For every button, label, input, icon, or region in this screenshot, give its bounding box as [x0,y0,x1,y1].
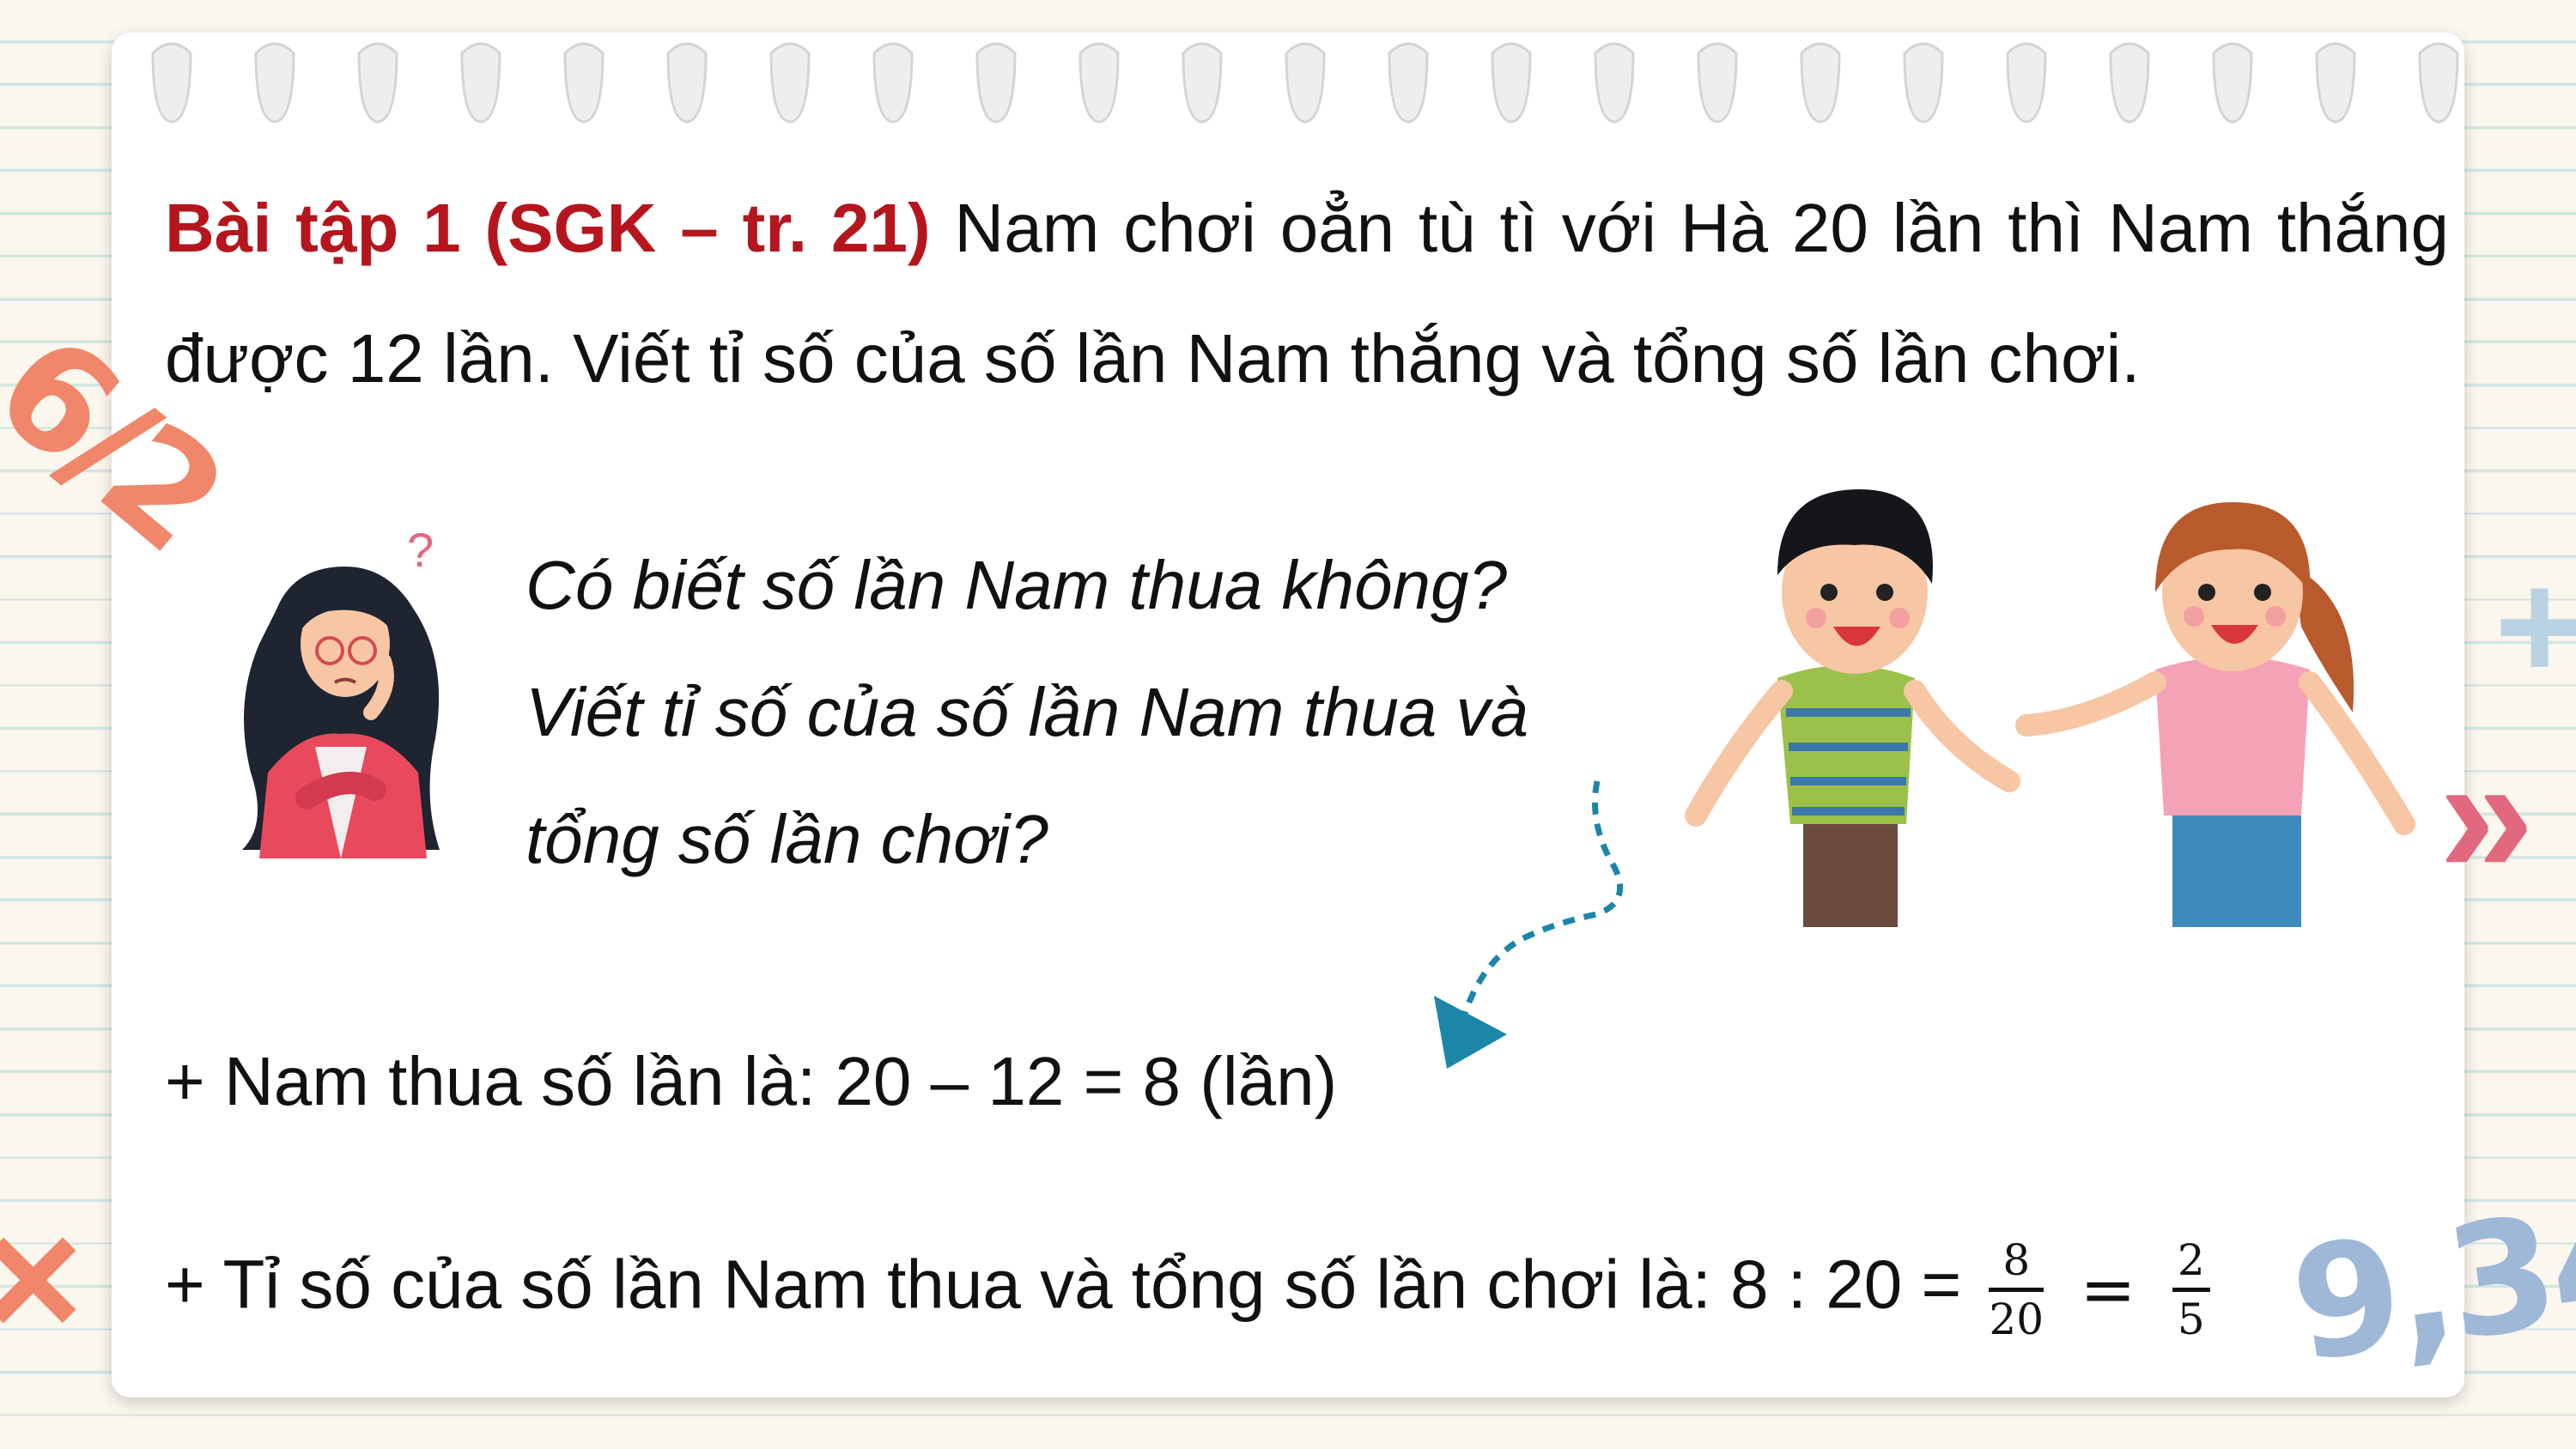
kids-playing-illustration [1685,489,2415,927]
answer-line-2-text: + Tỉ số của số lần Nam thua và tổng số l… [165,1246,1962,1323]
exercise-prompt-part1: Nam chơi oẳn tù tì với Hà 20 lần thì Nam [954,190,2253,266]
fraction-numerator: 8 [1989,1236,2044,1292]
exercise-label: Bài tập 1 (SGK – tr. 21) [165,190,931,266]
exercise-paragraph: Bài tập 1 (SGK – tr. 21) Nam chơi oẳn tù… [165,163,2449,424]
question-line-1: Có biết số lần Nam thua không? [526,547,1507,623]
decor-double-chevron: » [2439,719,2535,911]
decor-times-sign: × [0,1183,83,1374]
answer-line-2: + Tỉ số của số lần Nam thua và tổng số l… [165,1236,2219,1343]
decor-nine-three-four-text: 9,34 [2281,1168,2576,1397]
question-line-2: Viết tỉ số của số lần Nam thua và [526,674,1529,750]
decor-nine-three-four: 9,34 [2282,1169,2576,1434]
decor-six-over-two: 6/2 [0,302,250,580]
svg-text:?: ? [407,523,434,577]
dashed-arrow [1434,780,1624,1069]
fraction-denominator: 5 [2177,1294,2205,1344]
decor-plus-sign: + [2494,540,2576,712]
fraction-denominator: 20 [1989,1294,2044,1344]
answer-line-1: + Nam thua số lần là: 20 – 12 = 8 (lần) [165,1043,1338,1119]
equals-sign: = [2080,1251,2136,1329]
fraction-2-5: 2 5 [2172,1236,2210,1343]
fraction-numerator: 2 [2172,1236,2210,1292]
fraction-8-20: 8 20 [1989,1236,2044,1343]
thinking-girl-illustration: ? [242,523,440,858]
